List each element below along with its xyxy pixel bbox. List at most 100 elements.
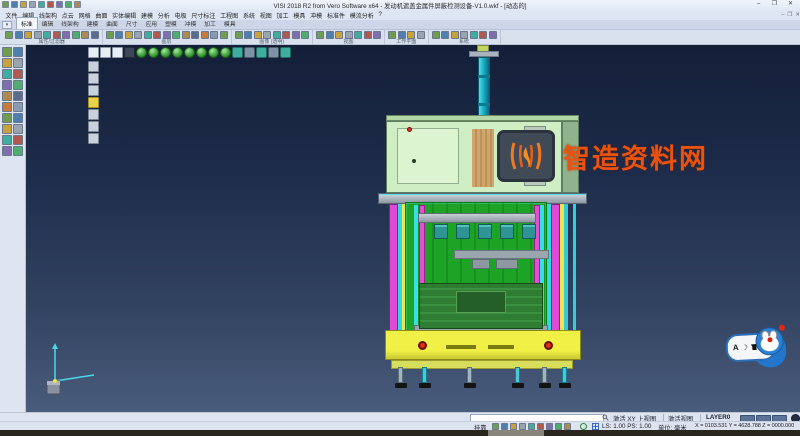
snap-tool-icon[interactable] (501, 423, 508, 430)
quick-access-icon[interactable] (11, 1, 18, 8)
toolbar-tab-5[interactable]: 曲面 (102, 18, 122, 29)
menu-item-16[interactable]: 模具 (291, 11, 308, 20)
tool-icon[interactable] (13, 113, 23, 123)
toolbar-icon[interactable] (326, 31, 334, 39)
toolbar-icon[interactable] (153, 31, 161, 39)
toolbar-tab-8[interactable]: 塑模 (161, 18, 181, 29)
clamp-block[interactable] (522, 224, 536, 239)
head-box-window[interactable] (397, 128, 459, 184)
toolbar-icon[interactable] (373, 31, 381, 39)
mdi-minimize-button[interactable]: – (781, 10, 784, 20)
air-cylinder[interactable] (478, 57, 490, 123)
toolbar-icon[interactable] (441, 31, 449, 39)
toolbar-icon[interactable] (24, 31, 32, 39)
right-column-magenta[interactable] (551, 204, 560, 335)
close-button[interactable]: ✕ (783, 0, 798, 9)
leveling-foot[interactable] (515, 367, 520, 383)
toolbar-icon[interactable] (354, 31, 362, 39)
tool-icon[interactable] (13, 102, 23, 112)
toolbar-icon[interactable] (106, 31, 114, 39)
toolbar-icon[interactable] (364, 31, 372, 39)
tool-icon[interactable] (2, 47, 12, 57)
right-column-cyan-3[interactable] (573, 204, 576, 335)
quick-access-icon[interactable] (47, 1, 54, 8)
toolbar-icon[interactable] (144, 31, 152, 39)
left-column-magenta[interactable] (389, 204, 398, 335)
slide-block[interactable] (472, 259, 490, 269)
snap-tool-icon[interactable] (537, 423, 544, 430)
maximize-button[interactable]: ❐ (767, 0, 782, 9)
snap-tool-icon[interactable] (528, 423, 535, 430)
clamp-block[interactable] (500, 224, 514, 239)
toolbar-icon[interactable] (388, 31, 396, 39)
toolbar-icon[interactable] (292, 31, 300, 39)
toolbar-icon[interactable] (244, 31, 252, 39)
tool-icon[interactable] (2, 80, 12, 90)
toolbar-tab-11[interactable]: 模具 (220, 18, 240, 29)
snap-tool-icon[interactable] (492, 423, 499, 430)
leveling-foot[interactable] (542, 367, 547, 383)
clamp-block[interactable] (478, 224, 492, 239)
toolbar-icon[interactable] (263, 31, 271, 39)
grid-toggle-icon[interactable] (592, 423, 599, 430)
toolbar-icon[interactable] (316, 31, 324, 39)
toolbar-icon[interactable] (201, 31, 209, 39)
snap-tool-icon[interactable] (555, 423, 562, 430)
tool-icon[interactable] (2, 135, 12, 145)
history-clock-icon[interactable] (580, 423, 587, 430)
toolbar-icon[interactable] (451, 31, 459, 39)
toolbar-tab-3[interactable]: 线架构 (57, 18, 82, 29)
toolbar-icon[interactable] (115, 31, 123, 39)
toolbar-icon[interactable] (134, 31, 142, 39)
start-button-right[interactable] (544, 341, 553, 350)
left-column-yellow[interactable] (402, 204, 405, 335)
toolbar-icon[interactable] (220, 31, 228, 39)
quick-access-icon[interactable] (38, 1, 45, 8)
toolbar-tab-2[interactable]: 编辑 (38, 18, 58, 29)
indicator-lamp[interactable] (407, 127, 412, 132)
tool-icon[interactable] (2, 124, 12, 134)
quick-access-icon[interactable] (56, 1, 63, 8)
tool-icon[interactable] (2, 58, 12, 68)
toolbar-tab-1[interactable]: 标准 (16, 17, 38, 29)
toolbar-icon[interactable] (34, 31, 42, 39)
snap-tool-icon[interactable] (510, 423, 517, 430)
panel-knob[interactable] (412, 159, 416, 163)
snap-tool-icon[interactable] (564, 423, 571, 430)
toolbar-icon[interactable] (210, 31, 218, 39)
toolbar-icon[interactable] (398, 31, 406, 39)
quick-access-icon[interactable] (65, 1, 72, 8)
toolbar-icon[interactable] (81, 31, 89, 39)
tool-icon[interactable] (13, 58, 23, 68)
toolbar-icon[interactable] (163, 31, 171, 39)
toolbar-icon[interactable] (345, 31, 353, 39)
toolbar-icon[interactable] (407, 31, 415, 39)
toolbar-icon[interactable] (182, 31, 190, 39)
menu-item-13[interactable]: 系统 (241, 11, 258, 20)
toolbar-tab-6[interactable]: 尺寸 (122, 18, 142, 29)
quick-access-icon[interactable] (20, 1, 27, 8)
leveling-foot[interactable] (562, 367, 567, 383)
toolbar-tab-10[interactable]: 加工 (200, 18, 220, 29)
snap-tool-icon[interactable] (546, 423, 553, 430)
toolbar-icon[interactable] (15, 31, 23, 39)
right-column-cyan-2[interactable] (564, 204, 568, 335)
start-button-left[interactable] (418, 341, 427, 350)
taskbar-peek-block[interactable] (488, 430, 544, 436)
toolbar-tab-4[interactable]: 建模 (83, 18, 103, 29)
leveling-foot[interactable] (422, 367, 427, 383)
toolbar-icon[interactable] (91, 31, 99, 39)
tool-icon[interactable] (13, 124, 23, 134)
tool-icon[interactable] (13, 146, 23, 156)
cad-model[interactable] (26, 45, 800, 412)
toolbar-icon[interactable] (273, 31, 281, 39)
toolbar-icon[interactable] (479, 31, 487, 39)
toolbar-icon[interactable] (72, 31, 80, 39)
toolbar-icon[interactable] (254, 31, 262, 39)
menu-item-20[interactable]: ? (376, 12, 384, 18)
toolbar-icon[interactable] (301, 31, 309, 39)
menu-item-18[interactable]: 标准件 (325, 11, 348, 20)
toolbar-icon[interactable] (335, 31, 343, 39)
tab-dropdown-button[interactable]: ▾ (2, 21, 12, 29)
toolbar-icon[interactable] (417, 31, 425, 39)
